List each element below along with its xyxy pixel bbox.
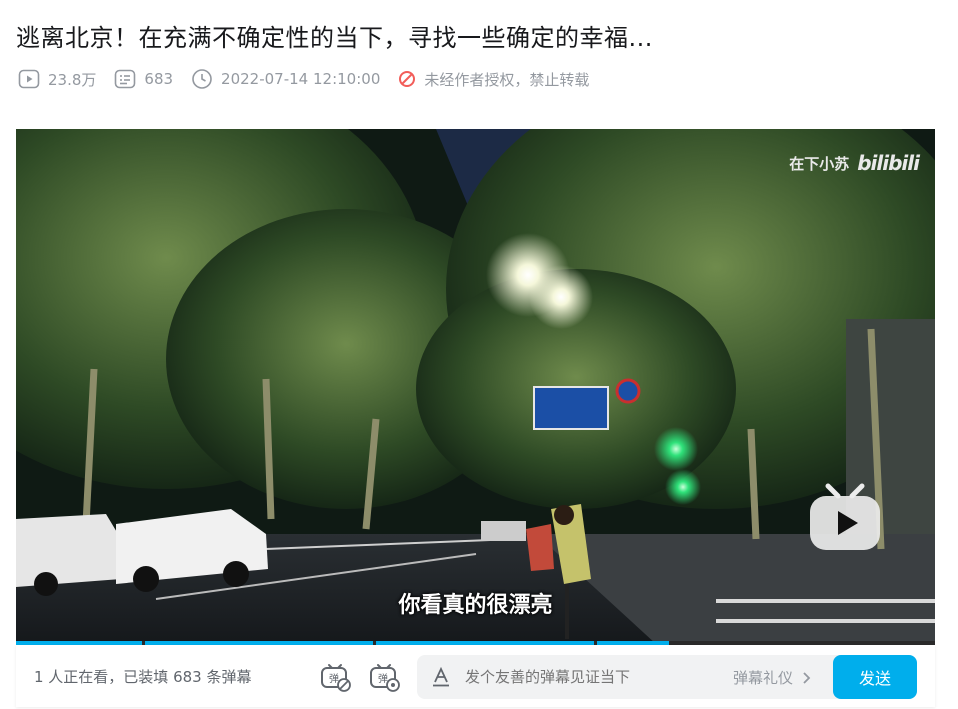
view-count-value: 23.8万 <box>48 70 97 89</box>
copyright-notice: 未经作者授权，禁止转载 <box>398 69 589 90</box>
danmaku-count: 683 <box>114 69 173 89</box>
danmaku-input[interactable] <box>465 666 715 688</box>
bilibili-logo: bilibili <box>857 151 920 175</box>
chevron-right-icon <box>803 671 811 684</box>
danmaku-toggle-icon[interactable]: 弹 <box>319 661 351 693</box>
video-frame <box>16 129 935 644</box>
danmaku-bar: 1 人正在看，已装填 683 条弹幕 弹 弹 弹幕礼仪 发送 <box>16 645 935 707</box>
etiquette-label: 弹幕礼仪 <box>733 669 794 687</box>
watermark-uploader: 在下小苏 <box>789 154 850 173</box>
video-watermark: 在下小苏 bilibili <box>789 151 920 175</box>
video-meta: 23.8万 683 2022-07-14 12:10:00 未经作者授权，禁止转… <box>18 66 607 92</box>
text-style-icon[interactable] <box>431 667 451 687</box>
clock-icon <box>192 69 212 89</box>
danmaku-input-area: 弹幕礼仪 发送 <box>417 655 917 699</box>
danmaku-settings-icon[interactable]: 弹 <box>368 661 400 693</box>
view-count: 23.8万 <box>18 69 96 90</box>
copyright-notice-text: 未经作者授权，禁止转载 <box>424 70 590 89</box>
danmaku-count-value: 683 <box>144 70 174 88</box>
video-subtitle: 你看真的很漂亮 <box>398 593 553 618</box>
send-button[interactable]: 发送 <box>833 655 917 699</box>
publish-time-value: 2022-07-14 12:10:00 <box>221 70 381 88</box>
danmaku-count-icon <box>115 69 136 89</box>
video-player[interactable]: 在下小苏 bilibili 你看真的很漂亮 <box>16 129 935 644</box>
video-title: 逃离北京！在充满不确定性的当下，寻找一些确定的幸福... <box>16 24 653 52</box>
publish-time: 2022-07-14 12:10:00 <box>191 68 380 90</box>
viewer-count: 1 人正在看，已装填 683 条弹幕 <box>34 668 252 686</box>
danmaku-etiquette-link[interactable]: 弹幕礼仪 <box>733 667 813 688</box>
play-count-icon <box>18 69 40 89</box>
no-repost-icon <box>399 71 416 87</box>
bilibili-tv-icon[interactable] <box>808 482 882 552</box>
